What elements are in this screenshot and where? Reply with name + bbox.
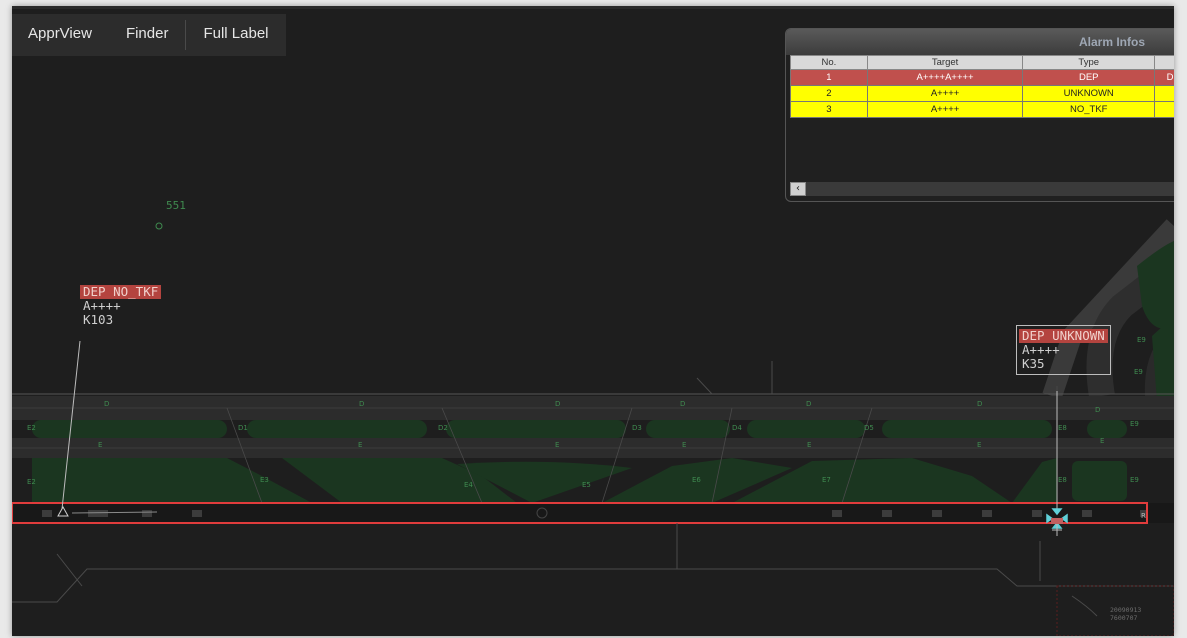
- alarm-extra: D: [1154, 69, 1174, 86]
- beacon-id: 551: [166, 199, 186, 212]
- taxiway-label: E4: [464, 481, 473, 489]
- corner-code: 7600707: [1110, 614, 1137, 622]
- alarm-no: 1: [790, 69, 868, 86]
- runway: [12, 503, 1174, 523]
- stand-text: K103: [83, 312, 114, 327]
- alarm-target: A++++: [866, 101, 1024, 118]
- alarm-panel-title[interactable]: Alarm Infos: [786, 29, 1174, 55]
- alarm-extra: [1154, 85, 1174, 102]
- column-header[interactable]: No.: [790, 55, 868, 70]
- horizontal-scrollbar[interactable]: [806, 182, 1174, 196]
- taxiway-label: E: [98, 441, 102, 449]
- taxiway-label: E2: [27, 478, 36, 486]
- taxiway-label: D4: [732, 424, 742, 432]
- column-header[interactable]: Type: [1022, 55, 1156, 70]
- taxiway-label: E5: [582, 481, 591, 489]
- taxiway-label: E: [807, 441, 811, 449]
- corner-code: 20090913: [1110, 606, 1141, 614]
- column-header[interactable]: [1154, 55, 1174, 70]
- alarm-type: NO_TKF: [1022, 101, 1156, 118]
- taxiway-label: E2: [27, 424, 36, 432]
- taxiway-label: E: [358, 441, 362, 449]
- alarm-table: No. Target Type 1 A++++A++++ DEP D 2 A++…: [790, 55, 1174, 118]
- taxiway-label: D: [104, 400, 109, 408]
- chevron-left-icon[interactable]: ‹: [790, 182, 806, 196]
- full-label-button[interactable]: Full Label: [186, 14, 285, 56]
- callsign-text: A++++: [1022, 342, 1060, 357]
- taxiway-label: E: [977, 441, 981, 449]
- column-header[interactable]: Target: [866, 55, 1024, 70]
- taxiway-label: D: [359, 400, 364, 408]
- alarm-text: DEP NO_TKF: [80, 285, 162, 299]
- alarm-no: 2: [790, 85, 868, 102]
- aircraft-label-1[interactable]: DEP NO_TKF A++++ K103: [80, 285, 162, 327]
- aircraft-label-2[interactable]: DEP UNKNOWN A++++ K35: [1016, 325, 1111, 375]
- taxiway-label: D: [806, 400, 811, 408]
- taxiway-label: E7: [822, 476, 831, 484]
- taxiway-label: D5: [864, 424, 874, 432]
- service-roads: [12, 523, 1174, 617]
- alarm-target: A++++A++++: [866, 69, 1024, 86]
- alarm-table-header: No. Target Type: [790, 55, 1174, 70]
- stand-text: K35: [1022, 356, 1045, 371]
- taxiway-label: E8: [1058, 424, 1067, 432]
- alarm-target: A++++: [866, 85, 1024, 102]
- finder-button[interactable]: Finder: [109, 14, 186, 56]
- taxiway-label: E: [1100, 437, 1104, 445]
- taxiway-label: D: [977, 400, 982, 408]
- taxiway-label: D2: [438, 424, 448, 432]
- taxiway-label: E3: [260, 476, 269, 484]
- alarm-text: DEP UNKNOWN: [1019, 329, 1108, 343]
- taxiway-label: E9: [1134, 368, 1143, 376]
- display-toolbar: ApprView Finder Full Label: [12, 14, 286, 56]
- appr-view-button[interactable]: ApprView: [12, 14, 109, 56]
- alarm-type: UNKNOWN: [1022, 85, 1156, 102]
- taxiway-label: D1: [238, 424, 248, 432]
- taxiway-label: E9: [1137, 336, 1146, 344]
- grass-strips-lower: [32, 458, 1127, 503]
- runway-end-label: R: [1141, 512, 1146, 520]
- beacon-marker: [155, 222, 163, 230]
- taxiway-label: D: [680, 400, 685, 408]
- alarm-row[interactable]: 2 A++++ UNKNOWN: [790, 85, 1174, 102]
- grass-strips-upper: [32, 420, 1127, 438]
- alarm-extra: [1154, 101, 1174, 118]
- alarm-infos-panel[interactable]: Alarm Infos No. Target Type 1 A++++A++++…: [785, 28, 1174, 202]
- alarm-row[interactable]: 1 A++++A++++ DEP D: [790, 69, 1174, 86]
- taxiway-label: E: [682, 441, 686, 449]
- taxiway-label: E8: [1058, 476, 1067, 484]
- alarm-no: 3: [790, 101, 868, 118]
- alarm-row[interactable]: 3 A++++ NO_TKF: [790, 101, 1174, 118]
- atc-surface-display: D D D D D D E2 D1 D2 D3 D4 D5 E8 E9 E E …: [12, 6, 1174, 636]
- taxiway-label: E9: [1130, 476, 1139, 484]
- taxiway-label: E6: [692, 476, 701, 484]
- taxiway-label: E9: [1130, 420, 1139, 428]
- taxiway-label: D: [555, 400, 560, 408]
- taxiway-label: D3: [632, 424, 642, 432]
- alarm-type: DEP: [1022, 69, 1156, 86]
- taxiway-label: D: [1095, 406, 1100, 414]
- callsign-text: A++++: [83, 298, 121, 313]
- taxiway-label: E: [555, 441, 559, 449]
